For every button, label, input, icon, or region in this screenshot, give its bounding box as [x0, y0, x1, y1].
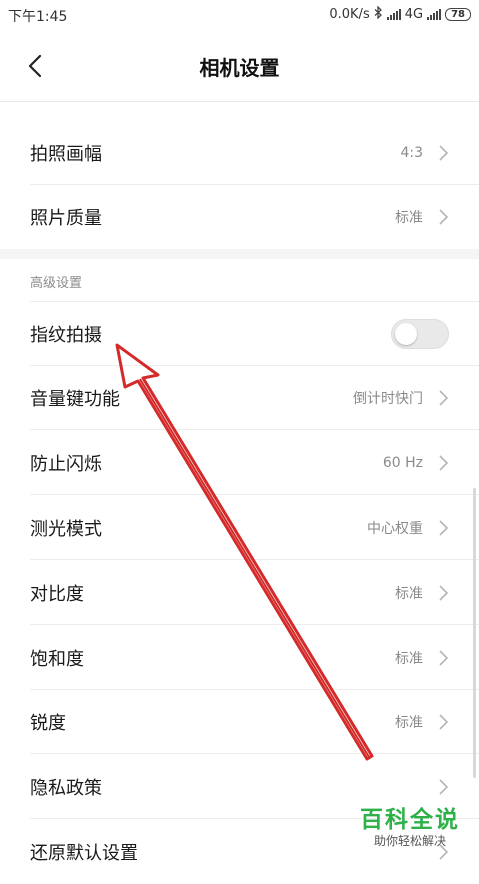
setting-fingerprint-capture: 指纹拍摄	[0, 302, 479, 366]
setting-label: 隐私政策	[30, 778, 102, 799]
battery-icon: 78	[445, 8, 471, 21]
setting-metering-mode[interactable]: 测光模式 中心权重	[0, 496, 479, 560]
setting-label: 测光模式	[30, 519, 102, 540]
setting-volume-key[interactable]: 音量键功能 倒计时快门	[0, 366, 479, 430]
setting-label: 指纹拍摄	[30, 325, 102, 346]
watermark-title: 百科全说	[360, 807, 460, 833]
setting-sharpness[interactable]: 锐度 标准	[0, 690, 479, 754]
chevron-right-icon	[439, 390, 449, 406]
signal-icon-2	[427, 9, 442, 20]
setting-anti-flicker[interactable]: 防止闪烁 60 Hz	[0, 431, 479, 495]
setting-label: 拍照画幅	[30, 144, 102, 165]
chevron-right-icon	[439, 145, 449, 161]
scrollbar[interactable]	[473, 488, 476, 778]
setting-value: 倒计时快门	[353, 391, 423, 407]
setting-value: 4:3	[400, 145, 423, 161]
watermark-subtitle: 助你轻松解决	[373, 834, 446, 848]
setting-value: 标准	[395, 715, 423, 731]
setting-label: 防止闪烁	[30, 454, 102, 475]
chevron-right-icon	[439, 585, 449, 601]
setting-photo-ratio[interactable]: 拍照画幅 4:3	[0, 121, 479, 185]
setting-label: 照片质量	[30, 208, 102, 229]
bluetooth-icon	[374, 5, 383, 23]
watermark: 百科全说 助你轻松解决	[350, 800, 470, 849]
setting-label: 音量键功能	[30, 389, 120, 410]
setting-label: 还原默认设置	[30, 843, 138, 864]
header: 相机设置	[0, 30, 479, 102]
setting-label: 锐度	[30, 713, 66, 734]
setting-value: 60 Hz	[382, 455, 423, 471]
chevron-right-icon	[439, 779, 449, 795]
network-speed: 0.0K/s	[329, 7, 370, 22]
header-divider	[0, 101, 479, 102]
setting-value: 标准	[395, 586, 423, 602]
network-type: 4G	[404, 7, 424, 22]
fingerprint-toggle[interactable]	[391, 319, 449, 349]
chevron-right-icon	[439, 714, 449, 730]
setting-value: 标准	[395, 651, 423, 667]
setting-contrast[interactable]: 对比度 标准	[0, 561, 479, 625]
status-time: 下午1:45	[8, 9, 68, 25]
chevron-right-icon	[439, 455, 449, 471]
chevron-right-icon	[439, 650, 449, 666]
setting-label: 饱和度	[30, 649, 84, 670]
status-icons: 0.0K/s 4G 78	[329, 5, 471, 23]
setting-label: 对比度	[30, 584, 84, 605]
chevron-right-icon	[439, 520, 449, 536]
signal-icon	[386, 9, 401, 20]
setting-value: 标准	[395, 210, 423, 226]
setting-photo-quality[interactable]: 照片质量 标准	[0, 185, 479, 249]
section-gap	[0, 249, 479, 259]
toggle-knob	[395, 323, 417, 345]
setting-saturation[interactable]: 饱和度 标准	[0, 626, 479, 690]
page-title: 相机设置	[199, 56, 280, 80]
chevron-right-icon	[439, 209, 449, 225]
status-bar: 下午1:45 0.0K/s 4G 78	[0, 0, 479, 30]
section-title-advanced: 高级设置	[30, 276, 83, 291]
setting-value: 中心权重	[367, 521, 423, 537]
